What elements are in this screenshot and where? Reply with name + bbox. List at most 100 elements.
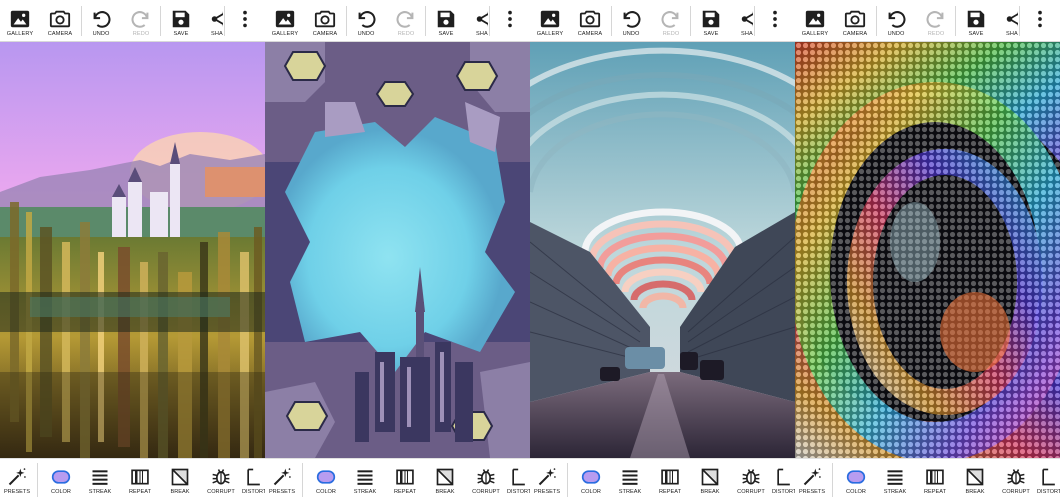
toolbar-divider <box>489 6 490 36</box>
break-icon <box>700 467 720 487</box>
image-canvas[interactable] <box>0 42 265 458</box>
share-icon <box>1004 8 1018 30</box>
redo-button[interactable]: REDO <box>121 0 161 41</box>
bug-icon <box>1006 467 1026 487</box>
save-label: SAVE <box>703 31 719 37</box>
gallery-label: GALLERY <box>271 31 299 37</box>
image-canvas[interactable] <box>265 42 530 458</box>
streak-tool-button[interactable]: STREAK <box>80 459 120 498</box>
redo-label: REDO <box>132 31 150 37</box>
break-tool-button[interactable]: BREAK <box>955 459 995 498</box>
repeat-tool-button[interactable]: REPEAT <box>915 459 955 498</box>
presets-button[interactable]: PRESETS <box>795 459 829 498</box>
break-label: BREAK <box>435 489 455 495</box>
camera-button[interactable]: CAMERA <box>570 0 610 41</box>
magic-wand-icon <box>537 467 557 487</box>
more-vert-icon <box>499 8 521 30</box>
gallery-button[interactable]: GALLERY <box>0 0 40 41</box>
presets-label: PRESETS <box>268 489 296 495</box>
streak-tool-button[interactable]: STREAK <box>875 459 915 498</box>
undo-button[interactable]: UNDO <box>611 0 651 41</box>
streak-tool-button[interactable]: STREAK <box>610 459 650 498</box>
color-tool-button[interactable]: COLOR <box>306 459 346 498</box>
more-options-button[interactable] <box>1022 0 1058 41</box>
color-tool-button[interactable]: COLOR <box>41 459 81 498</box>
app-screen-3: GALLERY CAMERA UNDO REDO SAVE SHARE <box>530 0 795 498</box>
repeat-tool-button[interactable]: REPEAT <box>650 459 690 498</box>
distort-tool-button[interactable]: DISTORT <box>772 459 795 498</box>
presets-button[interactable]: PRESETS <box>0 459 34 498</box>
share-button[interactable]: SHARE <box>466 0 488 41</box>
repeat-label: REPEAT <box>924 489 946 495</box>
corrupt-tool-button[interactable]: CORRUPT <box>201 459 241 498</box>
undo-button[interactable]: UNDO <box>81 0 121 41</box>
break-tool-button[interactable]: BREAK <box>690 459 730 498</box>
gallery-icon <box>274 8 296 30</box>
redo-button[interactable]: REDO <box>916 0 956 41</box>
image-canvas[interactable] <box>530 42 795 458</box>
undo-button[interactable]: UNDO <box>346 0 386 41</box>
color-label: COLOR <box>581 489 601 495</box>
glitched-castle-image <box>0 42 265 458</box>
presets-button[interactable]: PRESETS <box>265 459 299 498</box>
more-options-button[interactable] <box>227 0 263 41</box>
gallery-icon <box>804 8 826 30</box>
corrupt-tool-button[interactable]: CORRUPT <box>731 459 771 498</box>
corrupt-tool-button[interactable]: CORRUPT <box>466 459 506 498</box>
distort-tool-button[interactable]: DISTORT <box>242 459 265 498</box>
gallery-button[interactable]: GALLERY <box>265 0 305 41</box>
color-tool-button[interactable]: COLOR <box>571 459 611 498</box>
break-icon <box>170 467 190 487</box>
share-button[interactable]: SHARE <box>201 0 223 41</box>
distort-tool-button[interactable]: DISTORT <box>507 459 530 498</box>
break-label: BREAK <box>700 489 720 495</box>
break-label: BREAK <box>170 489 190 495</box>
camera-button[interactable]: CAMERA <box>835 0 875 41</box>
bottom-toolbar: PRESETS COLOR STREAK REPEAT BREAK CORRUP… <box>0 458 265 498</box>
camera-button[interactable]: CAMERA <box>305 0 345 41</box>
repeat-tool-button[interactable]: REPEAT <box>120 459 160 498</box>
redo-button[interactable]: REDO <box>386 0 426 41</box>
undo-button[interactable]: UNDO <box>876 0 916 41</box>
gallery-label: GALLERY <box>6 31 34 37</box>
distort-tool-button[interactable]: DISTORT <box>1037 459 1060 498</box>
share-label: SHARE <box>211 31 223 37</box>
arched-street-image <box>530 42 795 458</box>
camera-button[interactable]: CAMERA <box>40 0 80 41</box>
share-button[interactable]: SHARE <box>996 0 1018 41</box>
color-pill-icon <box>316 470 336 484</box>
gallery-button[interactable]: GALLERY <box>795 0 835 41</box>
bottom-toolbar: PRESETS COLOR STREAK REPEAT BREAK CORRUP… <box>530 458 795 498</box>
distort-icon <box>774 467 794 487</box>
undo-label: UNDO <box>622 31 640 37</box>
redo-label: REDO <box>662 31 680 37</box>
save-button[interactable]: SAVE <box>161 0 201 41</box>
repeat-tool-button[interactable]: REPEAT <box>385 459 425 498</box>
undo-label: UNDO <box>887 31 905 37</box>
corrupt-tool-button[interactable]: CORRUPT <box>996 459 1036 498</box>
redo-label: REDO <box>927 31 945 37</box>
save-button[interactable]: SAVE <box>956 0 996 41</box>
redo-button[interactable]: REDO <box>651 0 691 41</box>
break-tool-button[interactable]: BREAK <box>160 459 200 498</box>
repeat-icon <box>925 467 945 487</box>
image-canvas[interactable] <box>795 42 1060 458</box>
save-button[interactable]: SAVE <box>426 0 466 41</box>
color-tool-button[interactable]: COLOR <box>836 459 876 498</box>
color-pill-icon <box>846 470 866 484</box>
more-options-button[interactable] <box>757 0 793 41</box>
redo-label: REDO <box>397 31 415 37</box>
presets-button[interactable]: PRESETS <box>530 459 564 498</box>
break-tool-button[interactable]: BREAK <box>425 459 465 498</box>
gallery-label: GALLERY <box>536 31 564 37</box>
streak-tool-button[interactable]: STREAK <box>345 459 385 498</box>
share-button[interactable]: SHARE <box>731 0 753 41</box>
toolbar-divider <box>1019 6 1020 36</box>
top-toolbar: GALLERY CAMERA UNDO REDO SAVE SHARE <box>0 0 265 42</box>
gallery-button[interactable]: GALLERY <box>530 0 570 41</box>
save-button[interactable]: SAVE <box>691 0 731 41</box>
break-icon <box>965 467 985 487</box>
more-options-button[interactable] <box>492 0 528 41</box>
presets-label: PRESETS <box>533 489 561 495</box>
camera-label: CAMERA <box>47 31 73 37</box>
